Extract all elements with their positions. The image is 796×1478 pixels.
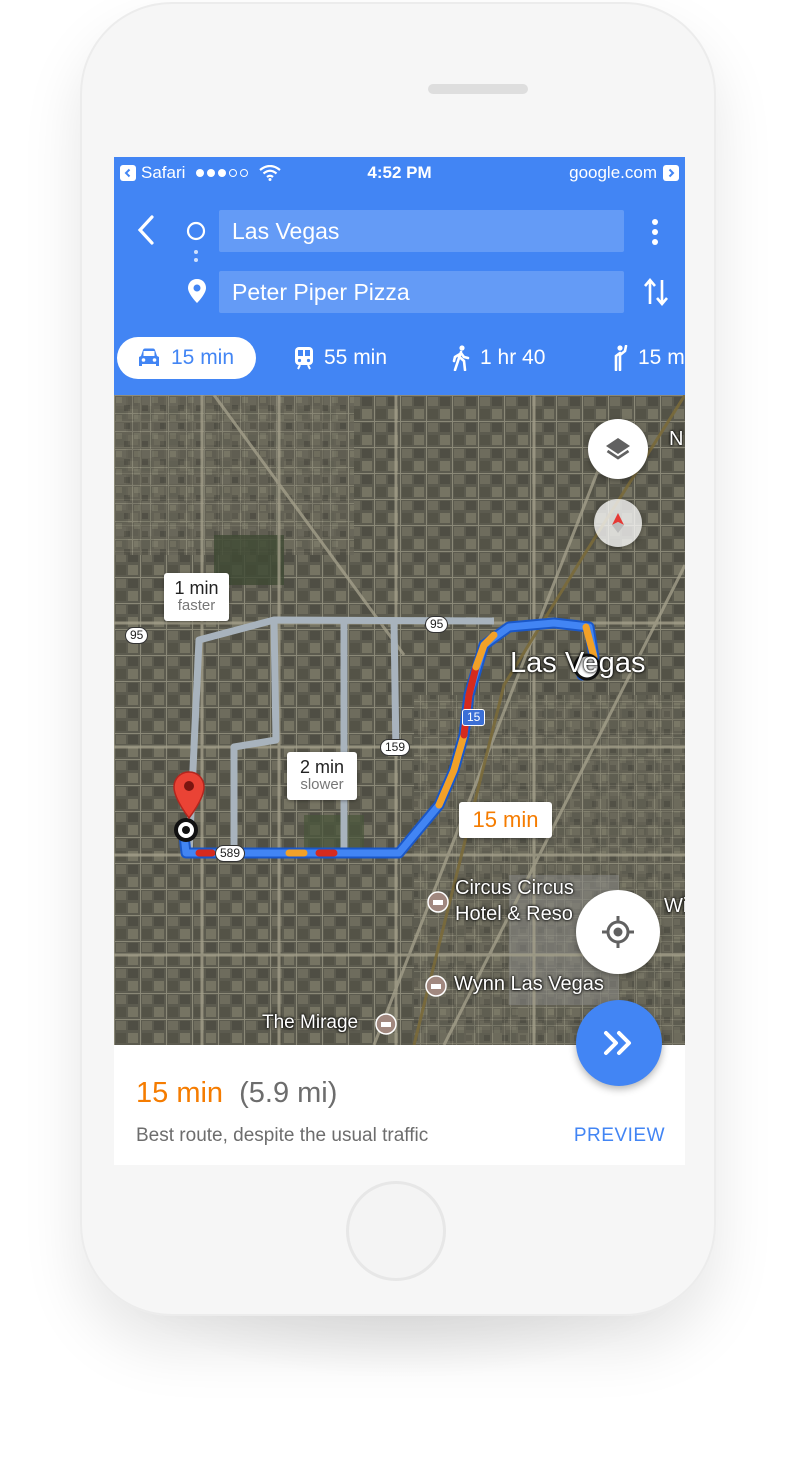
travel-mode-tabs: 15 min 55 min 1 hr 40 15 m	[114, 337, 685, 383]
route-description: Best route, despite the usual traffic	[136, 1125, 429, 1146]
alt-route-time: 1 min	[174, 578, 219, 598]
tab-ride-label: 15 m	[638, 346, 685, 369]
hail-icon	[614, 345, 628, 371]
preview-button[interactable]: PREVIEW	[574, 1125, 665, 1147]
alt-route-time: 2 min	[299, 757, 344, 777]
route-summary-line: 15 min (5.9 mi)	[136, 1077, 337, 1110]
city-label: Las Vegas	[510, 647, 646, 679]
status-bar: Safari 4:52 PM google.com	[114, 157, 685, 189]
alt-route-callout-slower[interactable]: 2 min slower	[287, 752, 357, 800]
route-distance: (5.9 mi)	[239, 1077, 338, 1109]
home-button[interactable]	[346, 1181, 446, 1281]
route-dots-icon	[194, 250, 198, 262]
edge-label: N	[669, 428, 684, 450]
tab-transit-label: 55 min	[324, 346, 388, 369]
car-icon	[139, 348, 159, 366]
tab-drive-label: 15 min	[171, 346, 235, 369]
road-shield: 95	[125, 627, 149, 644]
route-duration: 15 min	[136, 1077, 224, 1109]
compass-icon	[612, 513, 624, 533]
map-layers-button[interactable]	[588, 419, 648, 479]
alt-route-note: slower	[300, 776, 344, 793]
hotel-icon	[375, 1013, 397, 1035]
origin-circle-icon	[186, 221, 206, 241]
tab-transit[interactable]: 55 min	[294, 337, 387, 379]
layers-icon	[606, 438, 630, 460]
site-link[interactable]: google.com	[569, 163, 657, 183]
train-icon	[295, 347, 313, 370]
tab-walk[interactable]: 1 hr 40	[452, 337, 545, 379]
place-label: Wynn Las Vegas	[454, 973, 604, 995]
alt-route-callout-faster[interactable]: 1 min faster	[164, 573, 229, 621]
forward-site-icon[interactable]	[663, 165, 679, 181]
tab-drive[interactable]: 15 min	[117, 337, 257, 379]
place-label: Circus Circus	[455, 877, 574, 899]
my-location-button[interactable]	[576, 890, 660, 974]
road-shield: 589	[215, 845, 246, 862]
more-options-icon[interactable]	[648, 217, 662, 247]
alt-route-note: faster	[177, 597, 216, 614]
place-label: The Mirage	[262, 1012, 359, 1033]
phone-screen: Safari 4:52 PM google.com Las Vegas Pete…	[114, 157, 685, 1165]
main-route-time-callout[interactable]: 15 min	[459, 802, 552, 838]
walk-icon	[452, 345, 470, 371]
hotel-icon	[427, 891, 449, 913]
road-shield: 95	[425, 616, 449, 633]
destination-input[interactable]: Peter Piper Pizza	[219, 271, 624, 313]
tab-walk-label: 1 hr 40	[480, 346, 546, 369]
back-arrow-icon[interactable]	[134, 213, 158, 247]
speaker-grille	[428, 84, 528, 94]
place-label: Hotel & Reso	[455, 903, 573, 925]
start-navigation-button[interactable]	[576, 1000, 662, 1086]
destination-marker-icon[interactable]	[172, 770, 206, 820]
directions-header: Las Vegas Peter Piper Pizza 15 min 55 mi…	[114, 189, 685, 395]
swap-directions-icon[interactable]	[642, 277, 670, 307]
tab-ride[interactable]: 15 m	[608, 337, 685, 379]
destination-pin-icon	[188, 279, 206, 303]
road-shield: 159	[380, 739, 411, 756]
interstate-shield: 15	[462, 709, 486, 726]
crosshair-icon	[602, 916, 634, 948]
origin-input[interactable]: Las Vegas	[219, 210, 624, 252]
edge-label: Wi	[664, 895, 685, 917]
hotel-icon	[425, 975, 447, 997]
double-chevron-right-icon	[604, 1031, 631, 1055]
satellite-map[interactable]: 1 min faster 2 min slower 15 min Las Veg…	[114, 395, 685, 1045]
compass-button[interactable]	[594, 499, 642, 547]
